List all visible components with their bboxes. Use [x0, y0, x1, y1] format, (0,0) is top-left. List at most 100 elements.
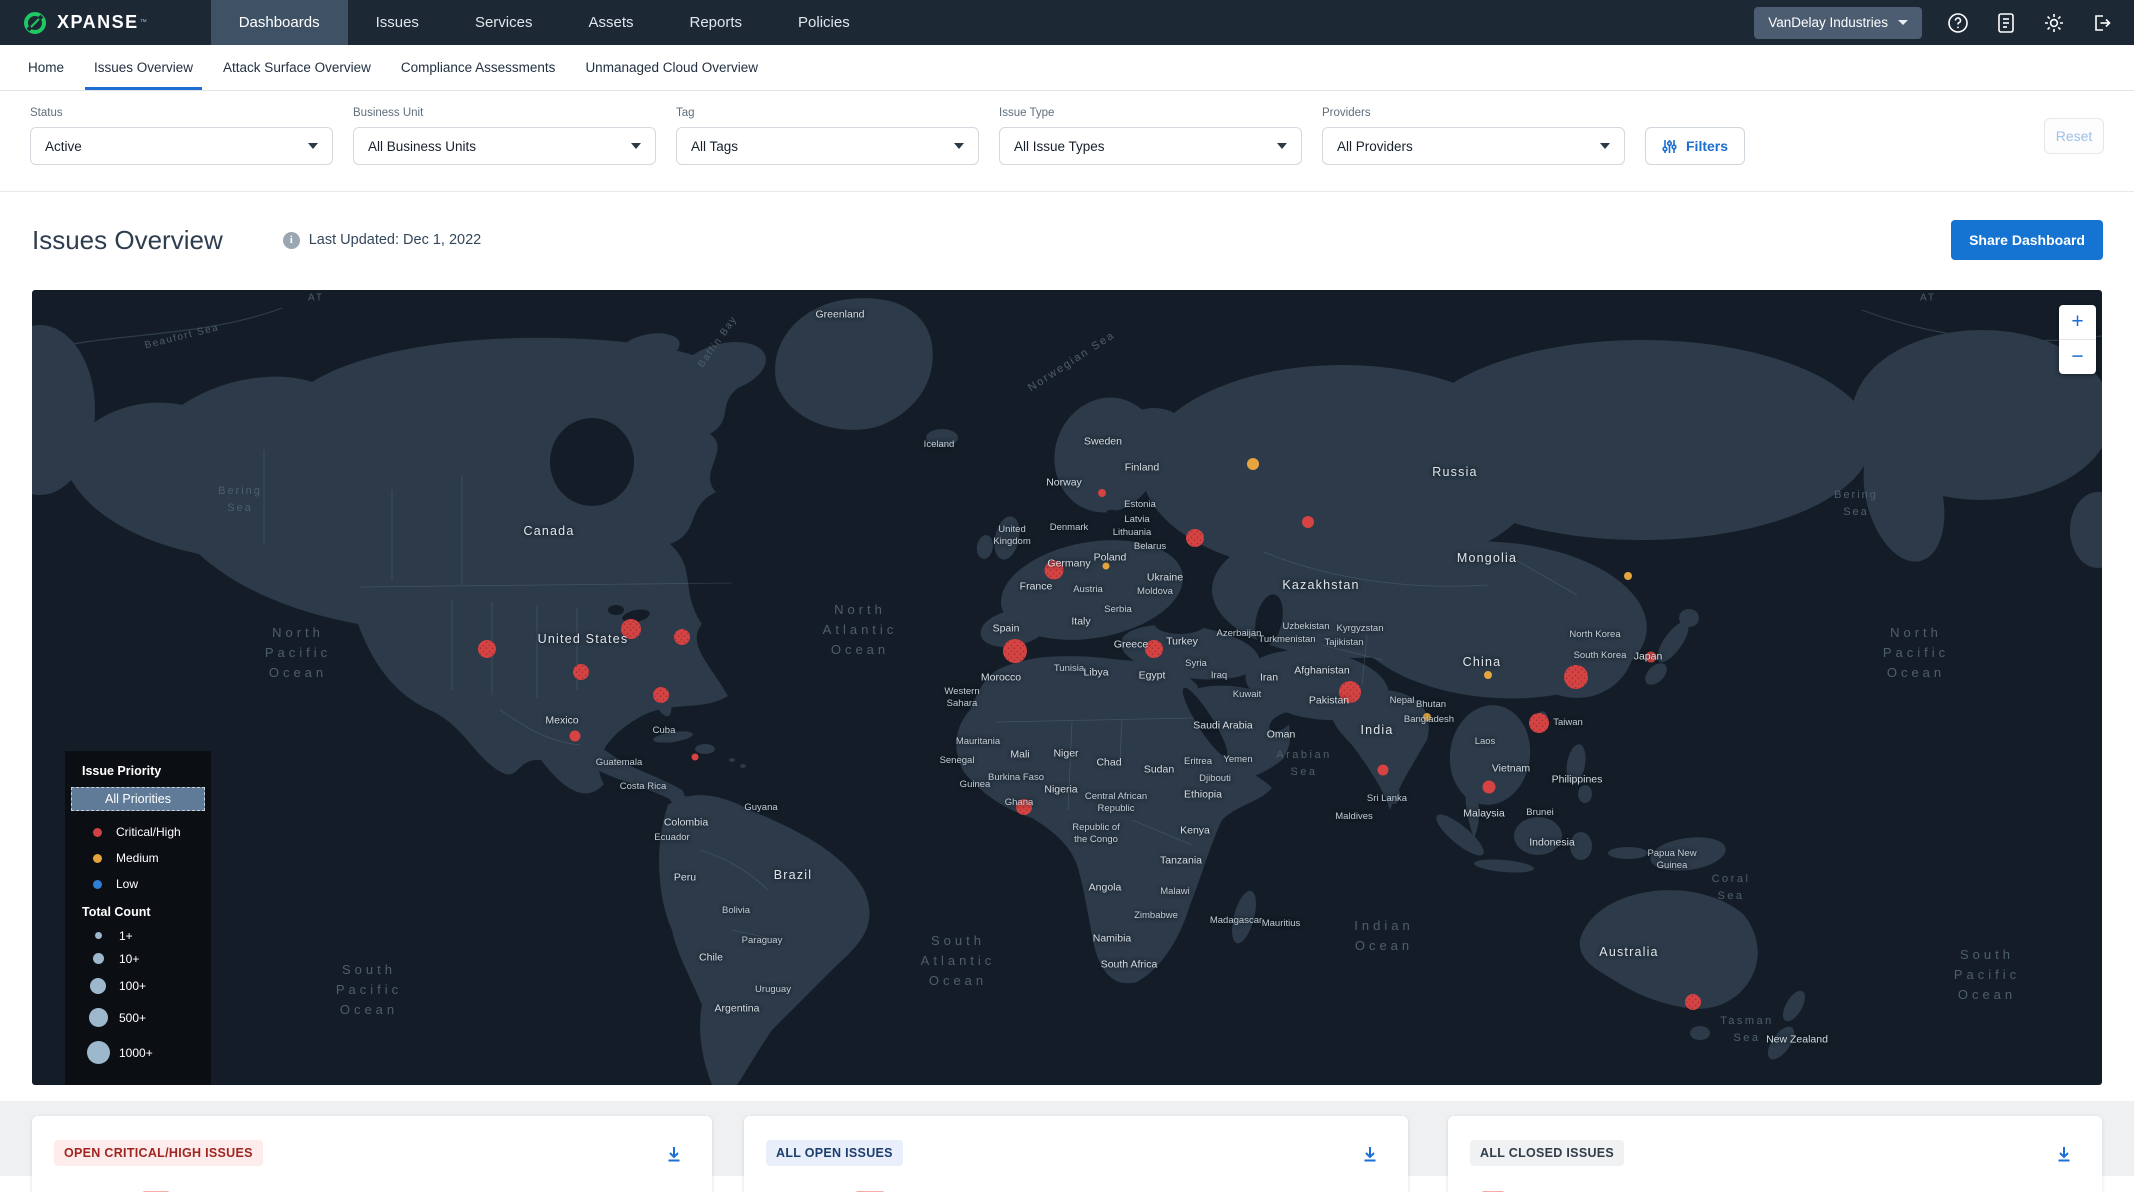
map-issue-dot-texture [1045, 561, 1064, 580]
map-issue-dot-medium[interactable] [1423, 713, 1431, 721]
map-legend: Issue Priority All Priorities Critical/H… [65, 751, 211, 1085]
map-issue-dot-medium[interactable] [1484, 671, 1492, 679]
dashboard-tab-home[interactable]: Home [13, 45, 79, 90]
count-circle-icon [89, 1008, 108, 1027]
download-icon[interactable] [662, 1142, 686, 1166]
dashboard-content: Issues Overview i Last Updated: Dec 1, 2… [0, 192, 2134, 1085]
map-issue-dot-critical[interactable] [1302, 516, 1314, 528]
issue-cards-band: OPEN CRITICAL/HIGH ISSUES ALL OPEN ISSUES… [0, 1101, 2134, 1176]
map-issue-dot-texture [674, 629, 690, 645]
count-circle-box [85, 1041, 111, 1064]
nav-tab-issues[interactable]: Issues [348, 0, 447, 45]
settings-gear-icon[interactable] [2042, 11, 2066, 35]
filter-select-issue-type[interactable]: All Issue Types [999, 127, 1302, 165]
share-dashboard-button[interactable]: Share Dashboard [1951, 220, 2103, 260]
map-issue-dot-texture [1685, 994, 1701, 1010]
chevron-down-icon [1898, 20, 1908, 25]
world-map[interactable]: ATATBeaufort SeaBaffin BayNorwegian SeaB… [32, 290, 2102, 1085]
map-issue-dot-texture [1186, 529, 1204, 547]
filter-select-providers[interactable]: All Providers [1322, 127, 1625, 165]
brand-trademark: ™ [140, 19, 147, 26]
map-issue-dot-critical[interactable] [1098, 489, 1106, 497]
nav-tab-services[interactable]: Services [447, 0, 561, 45]
filters-button[interactable]: Filters [1645, 127, 1745, 165]
count-circle-icon [93, 953, 104, 964]
dashboard-tab-unmanaged-cloud-overview[interactable]: Unmanaged Cloud Overview [570, 45, 773, 90]
dashboard-tab-attack-surface-overview[interactable]: Attack Surface Overview [208, 45, 386, 90]
legend-count-label: 1+ [119, 929, 133, 943]
legend-priority-medium[interactable]: Medium [79, 845, 197, 871]
filter-value-providers: All Providers [1337, 139, 1413, 154]
filter-label-business-unit: Business Unit [353, 107, 656, 119]
map-issue-dot-critical[interactable] [1646, 652, 1657, 663]
map-issue-dot-texture [1003, 639, 1027, 663]
count-circle-box [85, 1008, 111, 1027]
map-issue-dot-medium[interactable] [1624, 572, 1632, 580]
map-zoom-controls: + − [2059, 305, 2096, 374]
chevron-down-icon [631, 143, 641, 149]
card-title-badge: OPEN CRITICAL/HIGH ISSUES [54, 1140, 263, 1166]
filter-label-tag: Tag [676, 107, 979, 119]
all-open-issues-card: ALL OPEN ISSUES [744, 1116, 1408, 1192]
filter-field-tag: Tag All Tags [676, 107, 979, 165]
map-issue-dot-medium[interactable] [1103, 563, 1110, 570]
legend-priority-label: Critical/High [116, 825, 181, 839]
legend-priority-label: Low [116, 877, 138, 891]
count-circle-box [85, 953, 111, 964]
map-issue-dot-critical[interactable] [692, 754, 699, 761]
card-title-badge: ALL CLOSED ISSUES [1470, 1140, 1624, 1166]
download-icon[interactable] [2052, 1142, 2076, 1166]
nav-tab-policies[interactable]: Policies [770, 0, 878, 45]
legend-count-label: 1000+ [119, 1046, 153, 1060]
xpanse-app: XPANSE ™ DashboardsIssuesServicesAssetsR… [0, 0, 2134, 1176]
filter-fields: StatusActiveBusiness UnitAll Business Un… [30, 107, 1645, 165]
chevron-down-icon [1600, 143, 1610, 149]
medium-dot-icon [93, 854, 102, 863]
count-circle-box [85, 978, 111, 994]
zoom-out-button[interactable]: − [2059, 340, 2096, 374]
count-circle-icon [90, 978, 106, 994]
card-title-badge: ALL OPEN ISSUES [766, 1140, 903, 1166]
download-icon[interactable] [1358, 1142, 1382, 1166]
legend-count-label: 500+ [119, 1011, 146, 1025]
nav-tab-reports[interactable]: Reports [661, 0, 770, 45]
legend-priority-critical-high[interactable]: Critical/High [79, 819, 197, 845]
map-issue-dot-medium[interactable] [1247, 458, 1259, 470]
map-issue-dot-critical[interactable] [1483, 781, 1496, 794]
legend-count-label: 100+ [119, 979, 146, 993]
filter-value-tag: All Tags [691, 139, 738, 154]
org-selector-button[interactable]: VanDelay Industries [1754, 7, 1922, 39]
filter-select-tag[interactable]: All Tags [676, 127, 979, 165]
sign-out-icon[interactable] [2090, 11, 2114, 35]
legend-all-priorities[interactable]: All Priorities [71, 787, 205, 811]
map-issue-dot-texture [1564, 665, 1588, 689]
map-issue-dot-critical[interactable] [570, 731, 581, 742]
count-circle-icon [95, 932, 102, 939]
filter-value-status: Active [45, 139, 82, 154]
legend-count-label: 10+ [119, 952, 139, 966]
filter-select-status[interactable]: Active [30, 127, 333, 165]
count-circle-icon [87, 1041, 110, 1064]
legend-priority-low[interactable]: Low [79, 871, 197, 897]
filters-bar: StatusActiveBusiness UnitAll Business Un… [0, 91, 2134, 192]
map-canvas[interactable] [32, 290, 2102, 1085]
chevron-down-icon [954, 143, 964, 149]
chevron-down-icon [1277, 143, 1287, 149]
nav-tab-assets[interactable]: Assets [560, 0, 661, 45]
zoom-in-button[interactable]: + [2059, 305, 2096, 339]
brand: XPANSE ™ [0, 0, 171, 45]
legend-count-title: Total Count [82, 905, 197, 919]
filter-label-issue-type: Issue Type [999, 107, 1302, 119]
documentation-icon[interactable] [1994, 11, 2018, 35]
nav-tab-dashboards[interactable]: Dashboards [211, 0, 348, 45]
help-icon[interactable] [1946, 11, 1970, 35]
reset-button[interactable]: Reset [2044, 118, 2104, 154]
dashboard-tab-compliance-assessments[interactable]: Compliance Assessments [386, 45, 571, 90]
legend-count-1000: 1000+ [79, 1034, 197, 1071]
dashboard-tab-issues-overview[interactable]: Issues Overview [79, 45, 208, 90]
map-issue-dot-critical[interactable] [1378, 765, 1389, 776]
open-critical-high-issues-card: OPEN CRITICAL/HIGH ISSUES [32, 1116, 712, 1192]
filter-select-business-unit[interactable]: All Business Units [353, 127, 656, 165]
filter-value-business-unit: All Business Units [368, 139, 476, 154]
critical-high-dot-icon [93, 828, 102, 837]
